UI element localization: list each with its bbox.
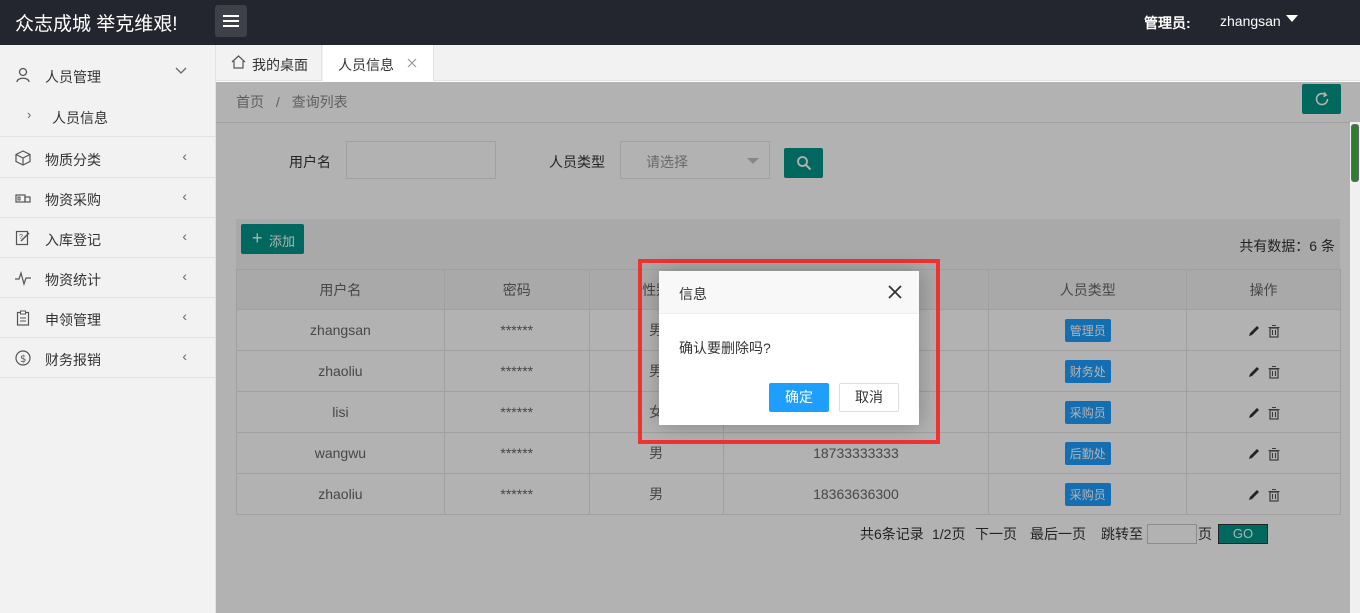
truck-icon <box>15 194 31 203</box>
home-icon <box>231 55 246 69</box>
confirm-dialog: 信息 确认要删除吗? 确定 取消 <box>659 271 919 425</box>
edit-doc-icon: ? <box>15 230 30 246</box>
tab-personnel-info[interactable]: 人员信息 <box>323 45 434 81</box>
sidebar-item-statistics[interactable]: 物资统计 ‹ <box>0 258 215 298</box>
tab-my-desktop[interactable]: 我的桌面 <box>216 45 322 81</box>
chevron-left-icon: ‹ <box>182 148 187 164</box>
sidebar-item-label: 物资采购 <box>45 192 101 208</box>
chevron-right-icon: › <box>27 107 32 122</box>
sidebar-item-material-category[interactable]: 物质分类 ‹ <box>0 138 215 178</box>
sidebar-item-label: 人员管理 <box>45 69 101 85</box>
sidebar-item-label: 申领管理 <box>45 312 101 328</box>
sidebar-item-personnel[interactable]: 人员管理 <box>0 55 215 95</box>
chevron-down-icon <box>175 67 187 74</box>
confirm-ok-button[interactable]: 确定 <box>769 383 829 412</box>
sidebar-subitem-personnel-info[interactable]: › 人员信息 <box>0 95 215 137</box>
hamburger-icon <box>223 15 239 27</box>
close-icon[interactable] <box>887 284 903 300</box>
tab-label: 人员信息 <box>338 57 394 73</box>
chevron-left-icon: ‹ <box>182 308 187 324</box>
sidebar-item-requisition[interactable]: 申领管理 ‹ <box>0 298 215 338</box>
caret-down-icon[interactable] <box>1286 15 1298 22</box>
sidebar-item-reimbursement[interactable]: $ 财务报销 ‹ <box>0 338 215 378</box>
tab-bar: 我的桌面 人员信息 <box>216 45 1360 81</box>
sidebar-item-warehousing[interactable]: ? 入库登记 ‹ <box>0 218 215 258</box>
dialog-message: 确认要删除吗? <box>679 340 771 356</box>
sidebar-item-label: 物资统计 <box>45 272 101 288</box>
sidebar: 人员管理 › 人员信息 物质分类 ‹ 物资采购 ‹ ? 入库登记 ‹ 物资统计 … <box>0 45 216 613</box>
chevron-left-icon: ‹ <box>182 228 187 244</box>
dollar-icon: $ <box>15 350 31 366</box>
cube-icon <box>15 150 31 166</box>
user-icon <box>16 67 30 83</box>
admin-user-menu[interactable]: zhangsan <box>1220 13 1281 29</box>
sidebar-item-label: 财务报销 <box>45 352 101 368</box>
chevron-left-icon: ‹ <box>182 348 187 364</box>
pulse-icon <box>15 270 31 286</box>
confirm-cancel-button[interactable]: 取消 <box>839 383 899 412</box>
sidebar-item-label: 入库登记 <box>45 232 101 248</box>
top-header: 众志成城 举克维艰! 管理员: zhangsan <box>0 0 1360 45</box>
app-logo: 众志成城 举克维艰! <box>15 14 178 35</box>
tab-label: 我的桌面 <box>252 57 308 73</box>
chevron-left-icon: ‹ <box>182 268 187 284</box>
scrollbar[interactable] <box>1350 122 1360 613</box>
svg-text:?: ? <box>19 234 23 241</box>
chevron-left-icon: ‹ <box>182 188 187 204</box>
dialog-title: 信息 <box>679 286 707 302</box>
svg-text:$: $ <box>20 354 26 365</box>
admin-label: 管理员: <box>1144 15 1191 31</box>
clipboard-icon <box>16 310 30 326</box>
scrollbar-thumb[interactable] <box>1351 124 1359 182</box>
dialog-header: 信息 <box>659 271 919 314</box>
menu-toggle-button[interactable] <box>215 5 247 37</box>
sidebar-subitem-label: 人员信息 <box>52 110 108 126</box>
sidebar-item-procurement[interactable]: 物资采购 ‹ <box>0 178 215 218</box>
sidebar-item-label: 物质分类 <box>45 152 101 168</box>
close-icon[interactable] <box>407 58 417 68</box>
